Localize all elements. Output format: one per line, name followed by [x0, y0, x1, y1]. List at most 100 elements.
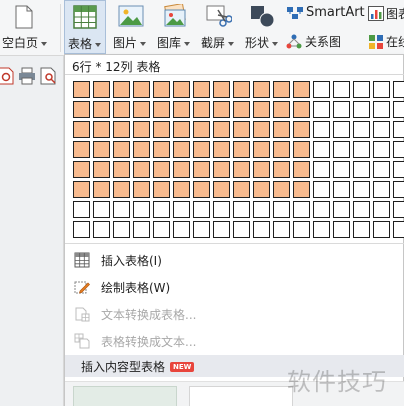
- grid-cell[interactable]: [113, 161, 130, 178]
- grid-cell[interactable]: [133, 221, 150, 238]
- menu-table-to-text[interactable]: 表格转换成文本...: [65, 330, 404, 352]
- picture-button[interactable]: 图片: [110, 0, 152, 54]
- grid-cell[interactable]: [93, 101, 110, 118]
- grid-cell[interactable]: [113, 141, 130, 158]
- grid-cell[interactable]: [93, 81, 110, 98]
- pdf-export-icon[interactable]: [0, 67, 14, 85]
- grid-cell[interactable]: [313, 141, 330, 158]
- grid-cell[interactable]: [193, 81, 210, 98]
- grid-cell[interactable]: [113, 121, 130, 138]
- grid-cell[interactable]: [253, 181, 270, 198]
- grid-cell[interactable]: [153, 161, 170, 178]
- screenshot-button[interactable]: 截屏: [198, 0, 240, 54]
- relation-chart-button[interactable]: 关系图: [284, 32, 356, 52]
- print-preview-icon[interactable]: [40, 67, 58, 85]
- grid-cell[interactable]: [273, 81, 290, 98]
- grid-cell[interactable]: [193, 121, 210, 138]
- grid-cell[interactable]: [213, 101, 230, 118]
- grid-cell[interactable]: [373, 181, 390, 198]
- shapes-button[interactable]: 形状: [242, 0, 284, 54]
- grid-cell[interactable]: [233, 81, 250, 98]
- grid-cell[interactable]: [93, 141, 110, 158]
- grid-cell[interactable]: [73, 81, 90, 98]
- grid-cell[interactable]: [153, 181, 170, 198]
- grid-cell[interactable]: [233, 221, 250, 238]
- grid-cell[interactable]: [213, 121, 230, 138]
- grid-cell[interactable]: [313, 81, 330, 98]
- grid-cell[interactable]: [253, 141, 270, 158]
- grid-cell[interactable]: [113, 181, 130, 198]
- grid-cell[interactable]: [373, 161, 390, 178]
- grid-cell[interactable]: [213, 181, 230, 198]
- grid-cell[interactable]: [393, 141, 404, 158]
- grid-cell[interactable]: [333, 121, 350, 138]
- grid-cell[interactable]: [353, 141, 370, 158]
- print-icon[interactable]: [18, 67, 36, 85]
- grid-cell[interactable]: [133, 101, 150, 118]
- grid-cell[interactable]: [313, 181, 330, 198]
- grid-cell[interactable]: [153, 201, 170, 218]
- grid-cell[interactable]: [393, 81, 404, 98]
- grid-cell[interactable]: [213, 81, 230, 98]
- grid-cell[interactable]: [293, 221, 310, 238]
- grid-cell[interactable]: [273, 121, 290, 138]
- grid-cell[interactable]: [333, 181, 350, 198]
- grid-cell[interactable]: [213, 221, 230, 238]
- grid-cell[interactable]: [253, 221, 270, 238]
- grid-cell[interactable]: [173, 81, 190, 98]
- grid-cell[interactable]: [73, 181, 90, 198]
- preview-thumbnail[interactable]: [189, 386, 293, 406]
- grid-cell[interactable]: [73, 141, 90, 158]
- grid-cell[interactable]: [333, 221, 350, 238]
- chart-button[interactable]: 图表: [366, 4, 404, 24]
- grid-cell[interactable]: [113, 81, 130, 98]
- grid-cell[interactable]: [93, 161, 110, 178]
- grid-cell[interactable]: [233, 141, 250, 158]
- grid-cell[interactable]: [353, 161, 370, 178]
- grid-cell[interactable]: [173, 141, 190, 158]
- grid-cell[interactable]: [273, 221, 290, 238]
- grid-cell[interactable]: [113, 221, 130, 238]
- grid-cell[interactable]: [233, 161, 250, 178]
- grid-cell[interactable]: [153, 101, 170, 118]
- grid-cell[interactable]: [333, 201, 350, 218]
- menu-draw-table[interactable]: 绘制表格(W): [65, 276, 404, 298]
- blank-page-button[interactable]: 空白页: [0, 0, 56, 54]
- grid-cell[interactable]: [173, 221, 190, 238]
- grid-cell[interactable]: [273, 181, 290, 198]
- grid-cell[interactable]: [153, 121, 170, 138]
- grid-cell[interactable]: [293, 101, 310, 118]
- grid-cell[interactable]: [293, 121, 310, 138]
- grid-cell[interactable]: [73, 161, 90, 178]
- grid-cell[interactable]: [373, 201, 390, 218]
- grid-cell[interactable]: [233, 101, 250, 118]
- grid-cell[interactable]: [233, 121, 250, 138]
- grid-cell[interactable]: [353, 121, 370, 138]
- grid-cell[interactable]: [193, 221, 210, 238]
- menu-insert-table[interactable]: 插入表格(I): [65, 249, 404, 271]
- grid-cell[interactable]: [313, 201, 330, 218]
- grid-cell[interactable]: [373, 141, 390, 158]
- grid-cell[interactable]: [353, 81, 370, 98]
- grid-cell[interactable]: [353, 221, 370, 238]
- grid-cell[interactable]: [333, 81, 350, 98]
- table-button[interactable]: 表格: [64, 0, 106, 54]
- grid-cell[interactable]: [253, 121, 270, 138]
- grid-cell[interactable]: [393, 161, 404, 178]
- preview-thumbnail[interactable]: [73, 386, 177, 406]
- grid-cell[interactable]: [293, 141, 310, 158]
- grid-cell[interactable]: [113, 101, 130, 118]
- grid-cell[interactable]: [233, 201, 250, 218]
- grid-cell[interactable]: [173, 121, 190, 138]
- grid-cell[interactable]: [293, 181, 310, 198]
- grid-cell[interactable]: [293, 201, 310, 218]
- grid-cell[interactable]: [213, 141, 230, 158]
- grid-cell[interactable]: [93, 121, 110, 138]
- grid-cell[interactable]: [293, 81, 310, 98]
- grid-cell[interactable]: [93, 181, 110, 198]
- grid-cell[interactable]: [193, 161, 210, 178]
- smartart-button[interactable]: SmartArt: [284, 4, 365, 24]
- grid-cell[interactable]: [113, 201, 130, 218]
- table-size-grid[interactable]: [73, 81, 404, 241]
- grid-cell[interactable]: [213, 201, 230, 218]
